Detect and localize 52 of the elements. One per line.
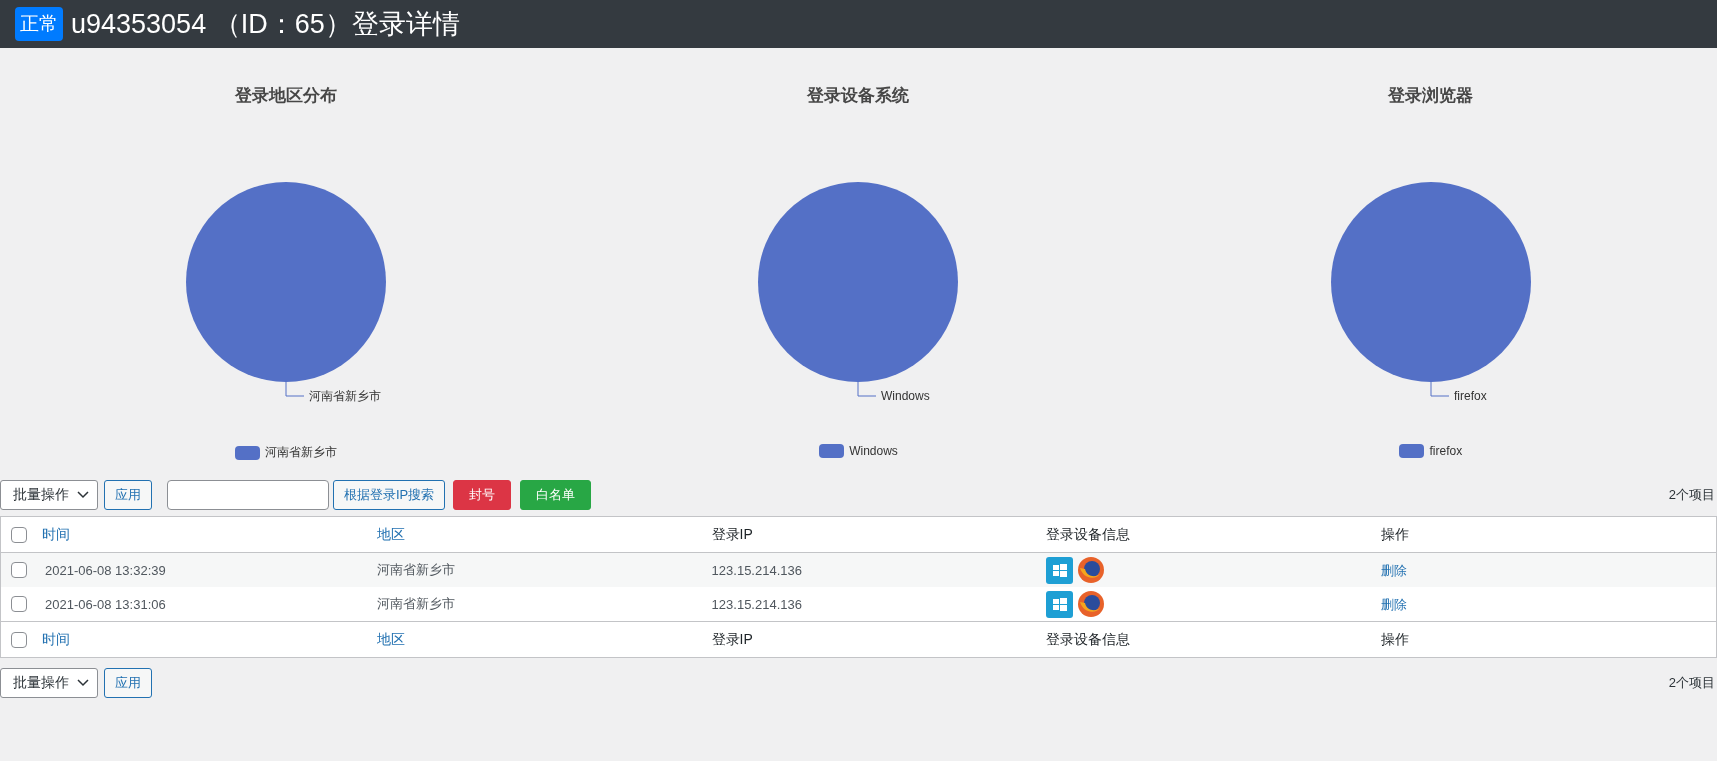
select-all-checkbox[interactable]: [11, 526, 27, 543]
column-header: 登录设备信息: [1046, 525, 1132, 544]
column-header: 操作: [1381, 630, 1411, 649]
column-header: 登录IP: [711, 630, 754, 649]
slice-label: firefox: [1453, 389, 1487, 403]
legend-label: 河南省新乡市: [265, 444, 338, 461]
column-header[interactable]: 时间: [42, 630, 377, 649]
legend-label: Windows: [849, 444, 898, 458]
row-checkbox[interactable]: [11, 562, 27, 578]
column-header[interactable]: 地区: [376, 525, 712, 544]
region-cell-text: 河南省新乡市: [376, 595, 456, 613]
column-header: 登录IP: [711, 525, 754, 544]
ip-search-button[interactable]: 根据登录IP搜索: [333, 480, 446, 510]
apply-button[interactable]: 应用: [104, 668, 152, 698]
item-count: 2个项目: [1668, 486, 1715, 504]
select-all-checkbox[interactable]: [11, 631, 27, 648]
item-count: 2个项目: [1668, 674, 1715, 692]
leader-line: [858, 381, 877, 397]
slice-label: Windows: [881, 389, 931, 403]
column-header: 操作: [1381, 525, 1411, 544]
chevron-down-icon: [77, 679, 89, 687]
column-header[interactable]: 时间: [42, 525, 377, 544]
apply-button[interactable]: 应用: [104, 480, 152, 510]
chevron-down-icon: [77, 491, 89, 499]
windows-icon: [1046, 556, 1074, 584]
firefox-icon: [1077, 590, 1106, 618]
bulk-action-select[interactable]: 批量操作: [0, 480, 98, 510]
region-cell-text: 河南省新乡市: [376, 561, 456, 579]
status-badge: 正常: [15, 7, 63, 41]
chart-title: 登录地区分布: [235, 85, 338, 107]
chart-title: 登录设备系统: [807, 85, 910, 107]
slice-label: 河南省新乡市: [309, 389, 382, 403]
leader-line: [1430, 381, 1450, 397]
time-cell-text: 2021-06-08 13:32:39: [44, 562, 167, 578]
delete-link[interactable]: 删除: [1381, 562, 1408, 578]
legend-label: firefox: [1429, 444, 1463, 458]
ip-cell-text: 123.15.214.136: [711, 562, 803, 578]
leader-line: [285, 381, 305, 397]
chart-title: 登录浏览器: [1388, 85, 1474, 107]
whitelist-button[interactable]: 白名单: [520, 480, 592, 510]
column-header[interactable]: 地区: [376, 630, 712, 649]
windows-icon: [1046, 590, 1074, 618]
firefox-icon: [1077, 556, 1106, 584]
ban-button[interactable]: 封号: [453, 480, 512, 510]
ip-search-field[interactable]: [167, 480, 329, 510]
time-cell-text: 2021-06-08 13:31:06: [44, 596, 167, 612]
ip-cell-text: 123.15.214.136: [711, 596, 803, 612]
column-header: 登录设备信息: [1046, 630, 1132, 649]
row-checkbox[interactable]: [11, 596, 27, 612]
bulk-action-select[interactable]: 批量操作: [0, 668, 98, 698]
page-title: u94353054 （ID：65）登录详情: [71, 8, 460, 41]
delete-link[interactable]: 删除: [1381, 596, 1408, 612]
